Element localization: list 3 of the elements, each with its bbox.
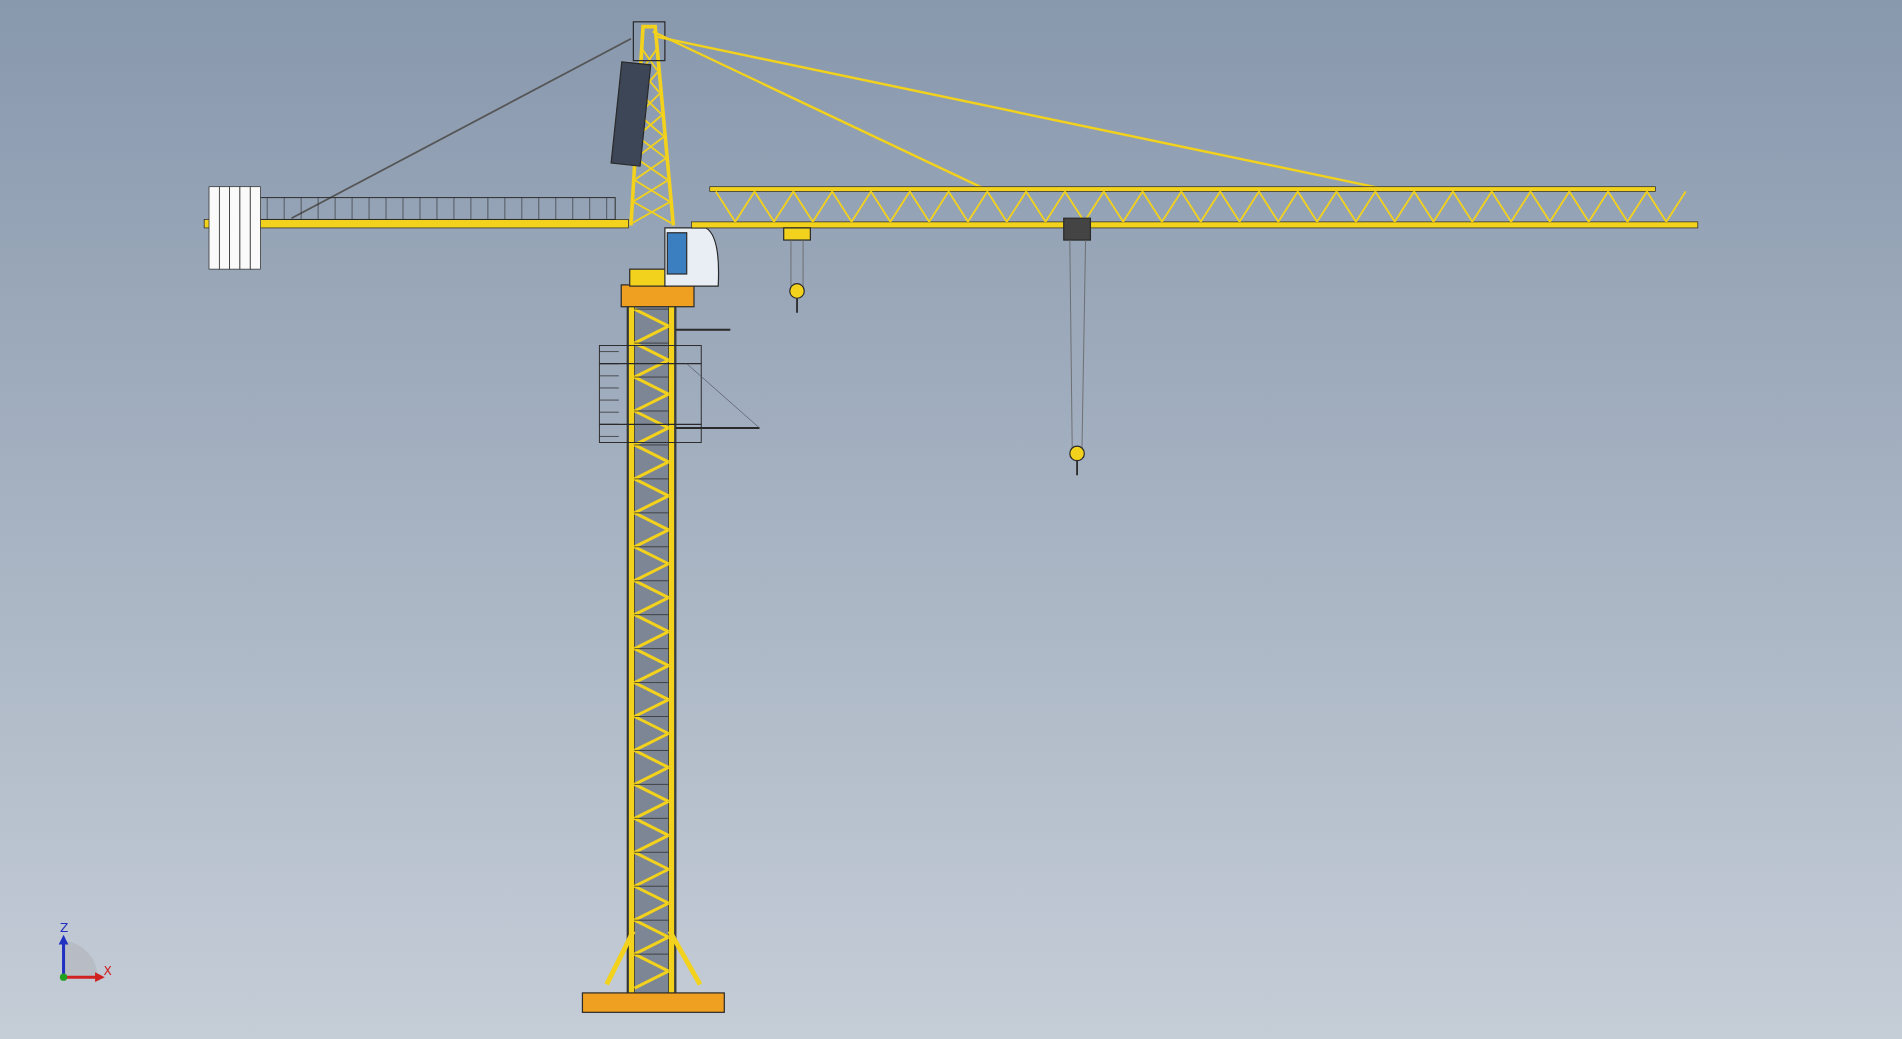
axis-label: Z bbox=[59, 921, 69, 936]
axis-label: X bbox=[103, 963, 112, 978]
axis-triad-icon bbox=[58, 934, 105, 982]
